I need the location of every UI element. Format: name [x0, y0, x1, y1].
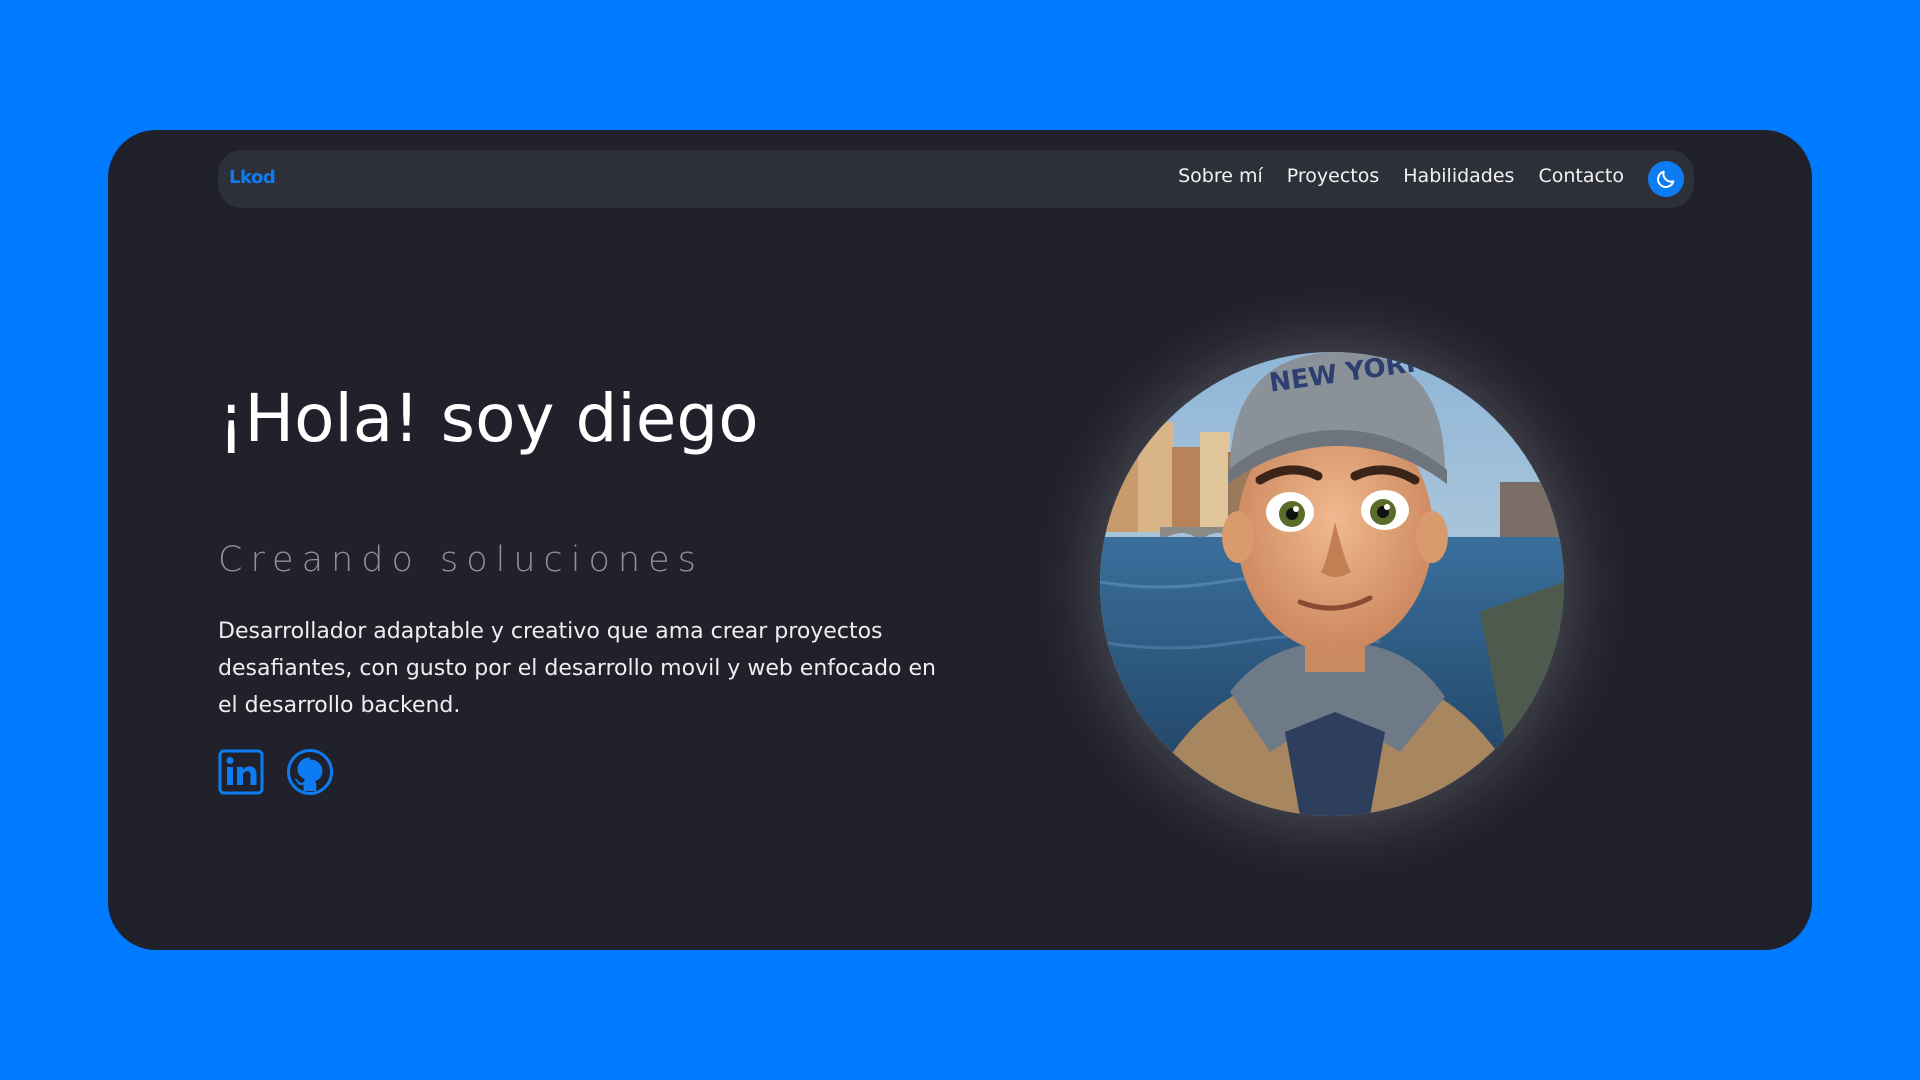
main-card: Lkod Sobre mí Proyectos Habilidades Cont… — [108, 130, 1812, 950]
nav-item-habilidades[interactable]: Habilidades — [1403, 165, 1514, 187]
hero-title: ¡Hola! soy diego — [218, 380, 759, 457]
nav-links: Sobre mí Proyectos Habilidades Contacto — [1178, 165, 1624, 187]
nav-item-proyectos[interactable]: Proyectos — [1287, 165, 1380, 187]
github-link[interactable] — [286, 748, 334, 800]
linkedin-link[interactable] — [218, 749, 264, 799]
theme-toggle-button[interactable] — [1648, 161, 1684, 197]
profile-avatar: NEW YORK — [1100, 352, 1564, 816]
social-links — [218, 748, 334, 800]
navbar: Lkod Sobre mí Proyectos Habilidades Cont… — [218, 150, 1694, 208]
nav-item-sobre-mi[interactable]: Sobre mí — [1178, 165, 1263, 187]
moon-icon — [1657, 170, 1675, 188]
hero-subtitle: Creando soluciones — [218, 540, 704, 580]
avatar-illustration: NEW YORK — [1100, 352, 1564, 816]
linkedin-icon — [218, 749, 264, 795]
nav-item-contacto[interactable]: Contacto — [1538, 165, 1624, 187]
brand-logo[interactable]: Lkod — [229, 167, 276, 188]
hero-description: Desarrollador adaptable y creativo que a… — [218, 619, 936, 718]
github-icon — [287, 749, 333, 795]
